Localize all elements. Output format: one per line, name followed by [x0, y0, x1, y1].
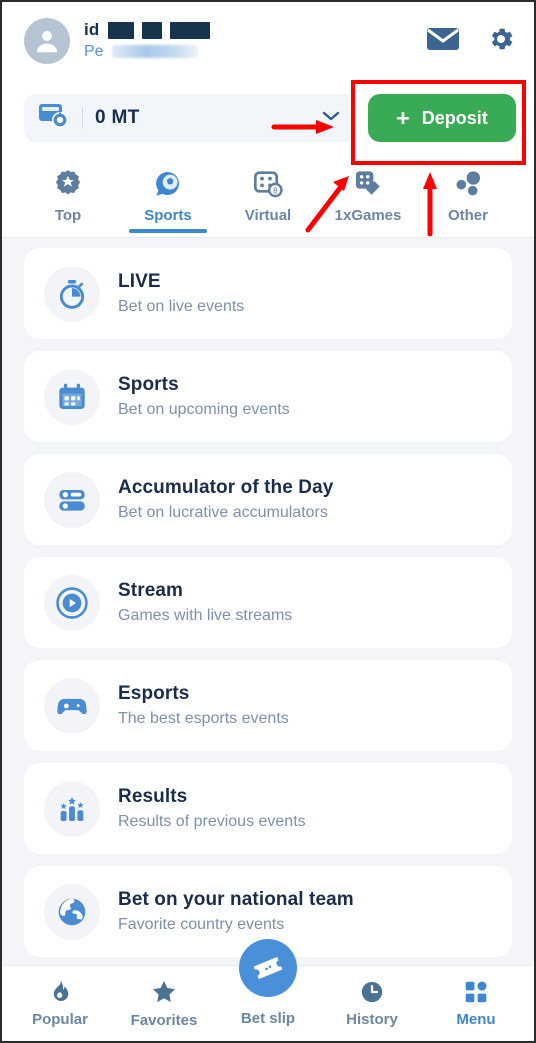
list-item-subtitle: Games with live streams [118, 607, 293, 624]
tab-other[interactable]: Other [422, 164, 514, 224]
list-item-title: Bet on your national team [118, 889, 354, 910]
list-item-subtitle: Bet on upcoming events [118, 401, 290, 418]
envelope-icon[interactable] [426, 26, 460, 57]
tab-label: 1xGames [334, 207, 402, 224]
deposit-button[interactable]: + Deposit [368, 94, 516, 142]
badge-star-icon [55, 170, 81, 195]
stopwatch-icon [44, 265, 100, 322]
category-tabs: Top Sports 8 Virtual 1xGames Other [2, 156, 534, 238]
list-item-title: Stream [118, 580, 184, 601]
list-item-subtitle: Bet on live events [118, 298, 245, 315]
play-circle-icon [44, 574, 100, 631]
app-screen: id Pe 0 MT + Deposit Top Sports 8 Virtua… [0, 0, 536, 1043]
list-item-text: Bet on your national team Favorite count… [118, 889, 354, 934]
tab-top[interactable]: Top [22, 164, 114, 224]
nav-item-menu[interactable]: Menu [427, 979, 525, 1028]
wallet-refresh-icon [38, 101, 70, 136]
list-item-subtitle: Favorite country events [118, 916, 285, 933]
virtual-dice-screen-icon: 8 [254, 171, 283, 198]
list-item[interactable]: Sports Bet on upcoming events [24, 351, 512, 442]
soccer-ball-icon [156, 172, 180, 196]
nav-label: Bet slip [240, 1010, 296, 1027]
tab-sports[interactable]: Sports [122, 164, 214, 233]
id-label: id [84, 20, 100, 39]
app-header: id Pe [2, 2, 534, 80]
redacted-block [141, 21, 162, 39]
accumulator-list-icon [44, 471, 100, 528]
flame-icon [53, 980, 69, 1001]
header-actions [426, 24, 516, 59]
nav-label: Favorites [130, 1012, 198, 1029]
list-item-subtitle: Bet on lucrative accumulators [118, 504, 328, 521]
list-item-subtitle: The best esports events [118, 710, 289, 727]
star-icon [153, 981, 175, 1003]
menu-list: LIVE Bet on live events Sports Bet on up… [2, 238, 534, 957]
redacted-block [169, 21, 210, 39]
tab-label: Top [54, 207, 82, 224]
personal-profile-link[interactable]: Pe [84, 41, 416, 63]
tab-label: Sports [144, 207, 192, 224]
active-tab-indicator [129, 229, 207, 233]
list-item-text: Sports Bet on upcoming events [118, 374, 290, 419]
globe-icon [44, 883, 100, 940]
list-item[interactable]: LIVE Bet on live events [24, 248, 512, 339]
list-item-text: Accumulator of the Day Bet on lucrative … [118, 477, 333, 522]
grid-icon [465, 981, 487, 1003]
blurred-text-overlay [112, 45, 198, 58]
redacted-block [107, 21, 134, 39]
nav-item-popular[interactable]: Popular [11, 979, 109, 1028]
list-item[interactable]: Stream Games with live streams [24, 557, 512, 648]
results-bars-icon [44, 780, 100, 837]
list-item-title: Results [118, 786, 188, 807]
list-item-subtitle: Results of previous events [118, 813, 306, 830]
nav-label: Popular [32, 1011, 88, 1028]
nav-item-history[interactable]: History [323, 979, 421, 1028]
list-item[interactable]: Esports The best esports events [24, 660, 512, 751]
list-item-title: LIVE [118, 271, 161, 292]
chevron-down-icon[interactable] [322, 109, 340, 127]
tab-label: Other [447, 207, 488, 224]
avatar[interactable] [24, 18, 70, 64]
balance-amount: 0 MT [95, 107, 140, 128]
balance-bar: 0 MT + Deposit [2, 80, 534, 156]
divider [82, 107, 83, 129]
nav-item-favorites[interactable]: Favorites [115, 978, 213, 1029]
list-item-title: Sports [118, 374, 179, 395]
calendar-icon [44, 368, 100, 425]
list-item[interactable]: Results Results of previous events [24, 763, 512, 854]
nav-label: Menu [456, 1011, 496, 1028]
user-id-row: id [84, 19, 416, 41]
list-item-text: Esports The best esports events [118, 683, 289, 728]
balance-selector[interactable]: 0 MT [24, 94, 356, 142]
three-dots-icon [456, 171, 480, 196]
dice-icon [356, 171, 380, 195]
list-item-text: Stream Games with live streams [118, 580, 292, 625]
list-item-title: Esports [118, 683, 190, 704]
nav-label: History [346, 1011, 398, 1028]
tab-virtual[interactable]: 8 Virtual [222, 164, 314, 224]
user-info[interactable]: id Pe [84, 19, 416, 63]
gamepad-icon [44, 677, 100, 734]
ticket-icon [253, 956, 283, 980]
svg-text:8: 8 [273, 186, 278, 195]
list-item-text: LIVE Bet on live events [118, 271, 244, 316]
list-item-text: Results Results of previous events [118, 786, 306, 831]
tab-1xgames[interactable]: 1xGames [322, 164, 414, 224]
list-item[interactable]: Accumulator of the Day Bet on lucrative … [24, 454, 512, 545]
deposit-button-label: Deposit [421, 107, 488, 128]
list-item-title: Accumulator of the Day [118, 477, 334, 498]
profile-prefix-label: Pe [84, 43, 104, 60]
person-icon [37, 31, 57, 53]
bet-slip-fab[interactable] [239, 939, 297, 997]
gear-icon[interactable] [486, 24, 516, 59]
plus-icon: + [396, 104, 410, 131]
tab-label: Virtual [244, 207, 292, 224]
clock-icon [361, 981, 383, 1003]
